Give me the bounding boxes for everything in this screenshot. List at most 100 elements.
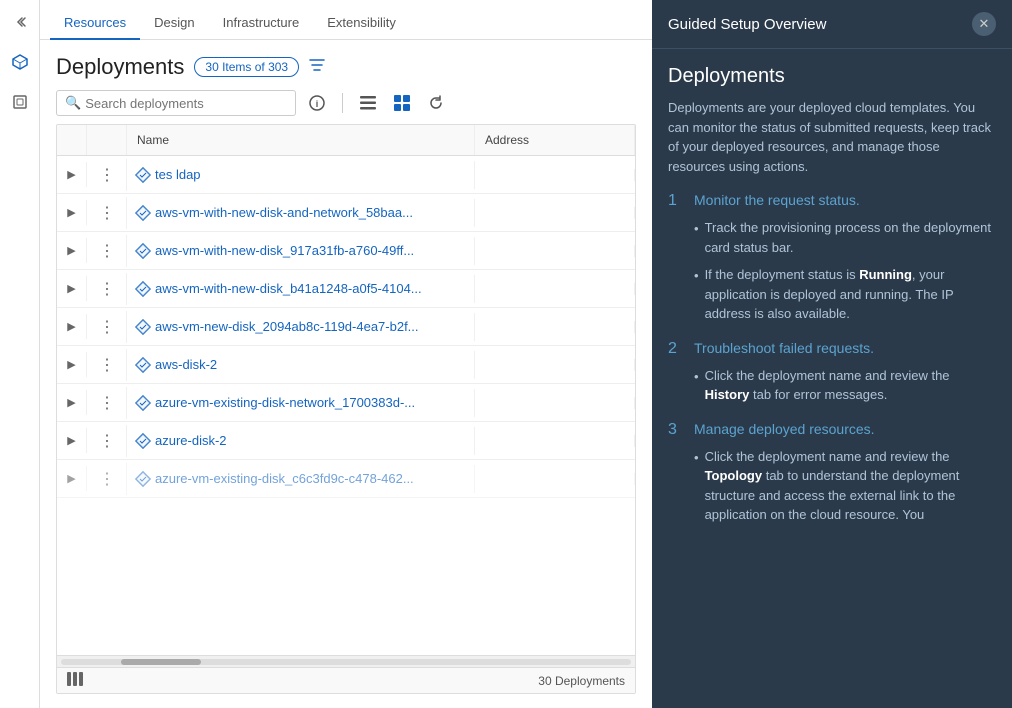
row-expand-8[interactable]: ▶ (57, 466, 87, 491)
deployment-link-6[interactable]: azure-vm-existing-disk-network_1700383d-… (155, 395, 415, 410)
grid-view-button[interactable] (389, 92, 415, 114)
sidebar-collapse-icon[interactable] (6, 8, 34, 36)
step-3-bullets: • Click the deployment name and review t… (694, 447, 996, 525)
row-address-5 (475, 359, 635, 371)
table-row: ▶ ⋮ tes ldap (57, 156, 635, 194)
table-row: ▶ ⋮ aws-disk-2 (57, 346, 635, 384)
row-more-2[interactable]: ⋮ (87, 235, 127, 267)
deployment-link-0[interactable]: tes ldap (155, 167, 201, 182)
step-1-title: Monitor the request status. (694, 192, 860, 208)
info-button[interactable]: i (304, 92, 330, 114)
list-view-button[interactable] (355, 93, 381, 113)
step-1-bullet-1: • If the deployment status is Running, y… (694, 265, 996, 324)
deployment-link-7[interactable]: azure-disk-2 (155, 433, 227, 448)
refresh-button[interactable] (423, 92, 449, 114)
row-expand-4[interactable]: ▶ (57, 314, 87, 339)
row-name-5: aws-disk-2 (127, 351, 475, 379)
bullet-dot: • (694, 219, 699, 239)
step-2-bullet-0-text: Click the deployment name and review the… (705, 366, 996, 405)
row-address-6 (475, 397, 635, 409)
row-expand-6[interactable]: ▶ (57, 390, 87, 415)
columns-icon[interactable] (67, 672, 83, 689)
row-expand-2[interactable]: ▶ (57, 238, 87, 263)
step-3: 3 Manage deployed resources. • Click the… (668, 421, 996, 525)
row-address-2 (475, 245, 635, 257)
scrollbar-thumb[interactable] (121, 659, 201, 665)
sidebar-cube-icon[interactable] (6, 88, 34, 116)
col-name: Name (127, 125, 475, 155)
row-more-1[interactable]: ⋮ (87, 197, 127, 229)
scrollbar-track (61, 659, 631, 665)
col-expand (57, 125, 87, 155)
filter-icon[interactable] (309, 57, 325, 78)
deployment-link-3[interactable]: aws-vm-with-new-disk_b41a1248-a0f5-4104.… (155, 281, 422, 296)
step-1: 1 Monitor the request status. • Track th… (668, 192, 996, 324)
bullet-dot: • (694, 367, 699, 387)
row-more-3[interactable]: ⋮ (87, 273, 127, 305)
step-1-bullets: • Track the provisioning process on the … (694, 218, 996, 324)
row-more-5[interactable]: ⋮ (87, 349, 127, 381)
close-panel-button[interactable]: ✕ (972, 12, 996, 36)
row-name-6: azure-vm-existing-disk-network_1700383d-… (127, 389, 475, 417)
bullet-dot: • (694, 448, 699, 468)
step-3-number: 3 (668, 421, 684, 439)
sidebar-resources-icon[interactable] (6, 48, 34, 76)
step-1-bullet-1-text: If the deployment status is Running, you… (705, 265, 996, 324)
row-more-0[interactable]: ⋮ (87, 159, 127, 191)
row-expand-1[interactable]: ▶ (57, 200, 87, 225)
row-expand-7[interactable]: ▶ (57, 428, 87, 453)
col-actions (87, 125, 127, 155)
step-1-bullet-0-text: Track the provisioning process on the de… (705, 218, 996, 257)
table-row: ▶ ⋮ aws-vm-new-disk_2094ab8c-119d-4ea7-b… (57, 308, 635, 346)
step-1-bullet-0: • Track the provisioning process on the … (694, 218, 996, 257)
row-expand-3[interactable]: ▶ (57, 276, 87, 301)
panel-body: Deployments Deployments are your deploye… (652, 49, 1012, 708)
step-2-bullets: • Click the deployment name and review t… (694, 366, 996, 405)
deployment-link-5[interactable]: aws-disk-2 (155, 357, 217, 372)
row-name-3: aws-vm-with-new-disk_b41a1248-a0f5-4104.… (127, 275, 475, 303)
table-footer: 30 Deployments (57, 667, 635, 693)
tab-infrastructure[interactable]: Infrastructure (209, 7, 314, 40)
step-2: 2 Troubleshoot failed requests. • Click … (668, 340, 996, 405)
deployment-link-4[interactable]: aws-vm-new-disk_2094ab8c-119d-4ea7-b2f..… (155, 319, 419, 334)
deployment-link-8[interactable]: azure-vm-existing-disk_c6c3fd9c-c478-462… (155, 471, 414, 486)
left-sidebar (0, 0, 40, 708)
search-box: 🔍 (56, 90, 296, 116)
panel-description: Deployments are your deployed cloud temp… (668, 98, 996, 176)
table-row: ▶ ⋮ aws-vm-with-new-disk_b41a1248-a0f5-4… (57, 270, 635, 308)
row-expand-0[interactable]: ▶ (57, 162, 87, 187)
row-name-4: aws-vm-new-disk_2094ab8c-119d-4ea7-b2f..… (127, 313, 475, 341)
row-more-7[interactable]: ⋮ (87, 425, 127, 457)
deployment-link-2[interactable]: aws-vm-with-new-disk_917a31fb-a760-49ff.… (155, 243, 414, 258)
tab-resources[interactable]: Resources (50, 7, 140, 40)
toolbar: 🔍 i (56, 90, 636, 116)
step-2-number: 2 (668, 340, 684, 358)
table-row: ▶ ⋮ aws-vm-with-new-disk-and-network_58b… (57, 194, 635, 232)
row-address-3 (475, 283, 635, 295)
panel-section-title: Deployments (668, 65, 996, 88)
table-row: ▶ ⋮ azure-vm-existing-disk_c6c3fd9c-c478… (57, 460, 635, 498)
step-3-title: Manage deployed resources. (694, 421, 875, 437)
bullet-dot: • (694, 266, 699, 286)
svg-text:i: i (316, 99, 319, 109)
step-2-bullet-0: • Click the deployment name and review t… (694, 366, 996, 405)
toolbar-separator (342, 93, 343, 113)
top-navigation: Resources Design Infrastructure Extensib… (40, 0, 652, 40)
horizontal-scrollbar[interactable] (57, 655, 635, 667)
tab-extensibility[interactable]: Extensibility (313, 7, 410, 40)
row-more-8[interactable]: ⋮ (87, 463, 127, 495)
row-expand-5[interactable]: ▶ (57, 352, 87, 377)
deployments-table: Name Address ▶ ⋮ tes ldap ▶ ⋮ (56, 124, 636, 694)
deployment-link-1[interactable]: aws-vm-with-new-disk-and-network_58baa..… (155, 205, 413, 220)
tab-design[interactable]: Design (140, 7, 208, 40)
table-row: ▶ ⋮ azure-disk-2 (57, 422, 635, 460)
row-address-1 (475, 207, 635, 219)
row-address-0 (475, 169, 635, 181)
search-input[interactable] (85, 96, 287, 111)
step-3-header: 3 Manage deployed resources. (668, 421, 996, 439)
row-more-6[interactable]: ⋮ (87, 387, 127, 419)
table-header: Name Address (57, 125, 635, 156)
row-more-4[interactable]: ⋮ (87, 311, 127, 343)
content-area: Deployments 30 Items of 303 🔍 i (40, 40, 652, 708)
step-2-title: Troubleshoot failed requests. (694, 340, 874, 356)
